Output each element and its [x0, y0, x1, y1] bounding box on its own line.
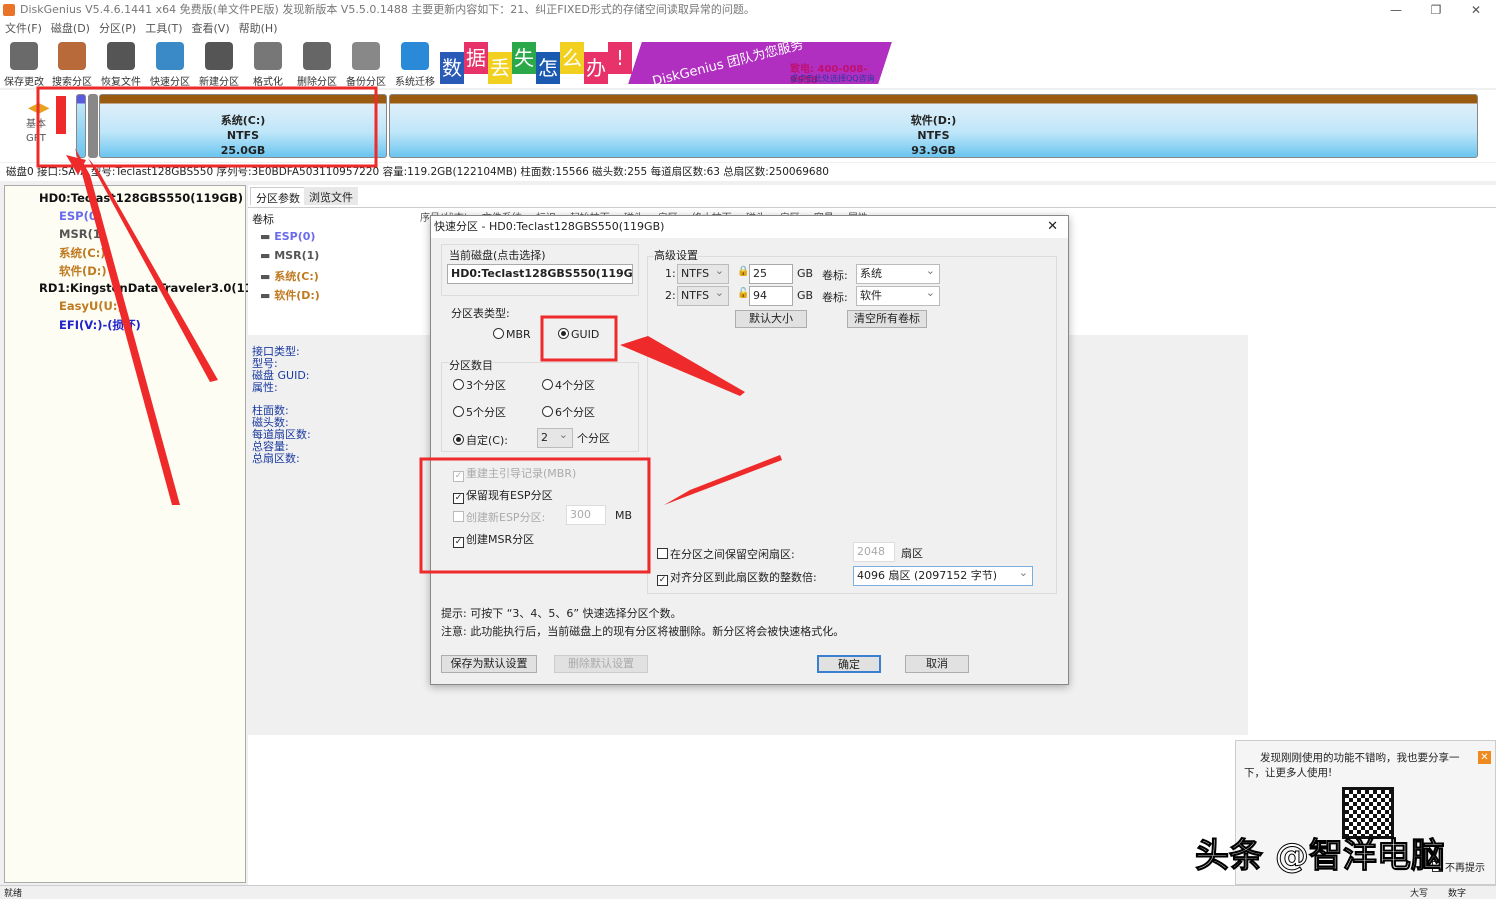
annotation-arrow-4 [664, 455, 782, 505]
watermark: 头条 @智洋电脑 [1195, 828, 1445, 877]
annotation-mark [56, 96, 66, 134]
annotation-arrow-2 [88, 158, 218, 382]
annotation-arrow-1 [75, 148, 180, 505]
annotation-arrow-3 [620, 336, 745, 396]
annotation-box-options [421, 459, 649, 572]
annotation-overlay [0, 0, 1496, 895]
annotation-box-guid [542, 317, 616, 360]
annotation-box-diskmap [38, 88, 376, 166]
